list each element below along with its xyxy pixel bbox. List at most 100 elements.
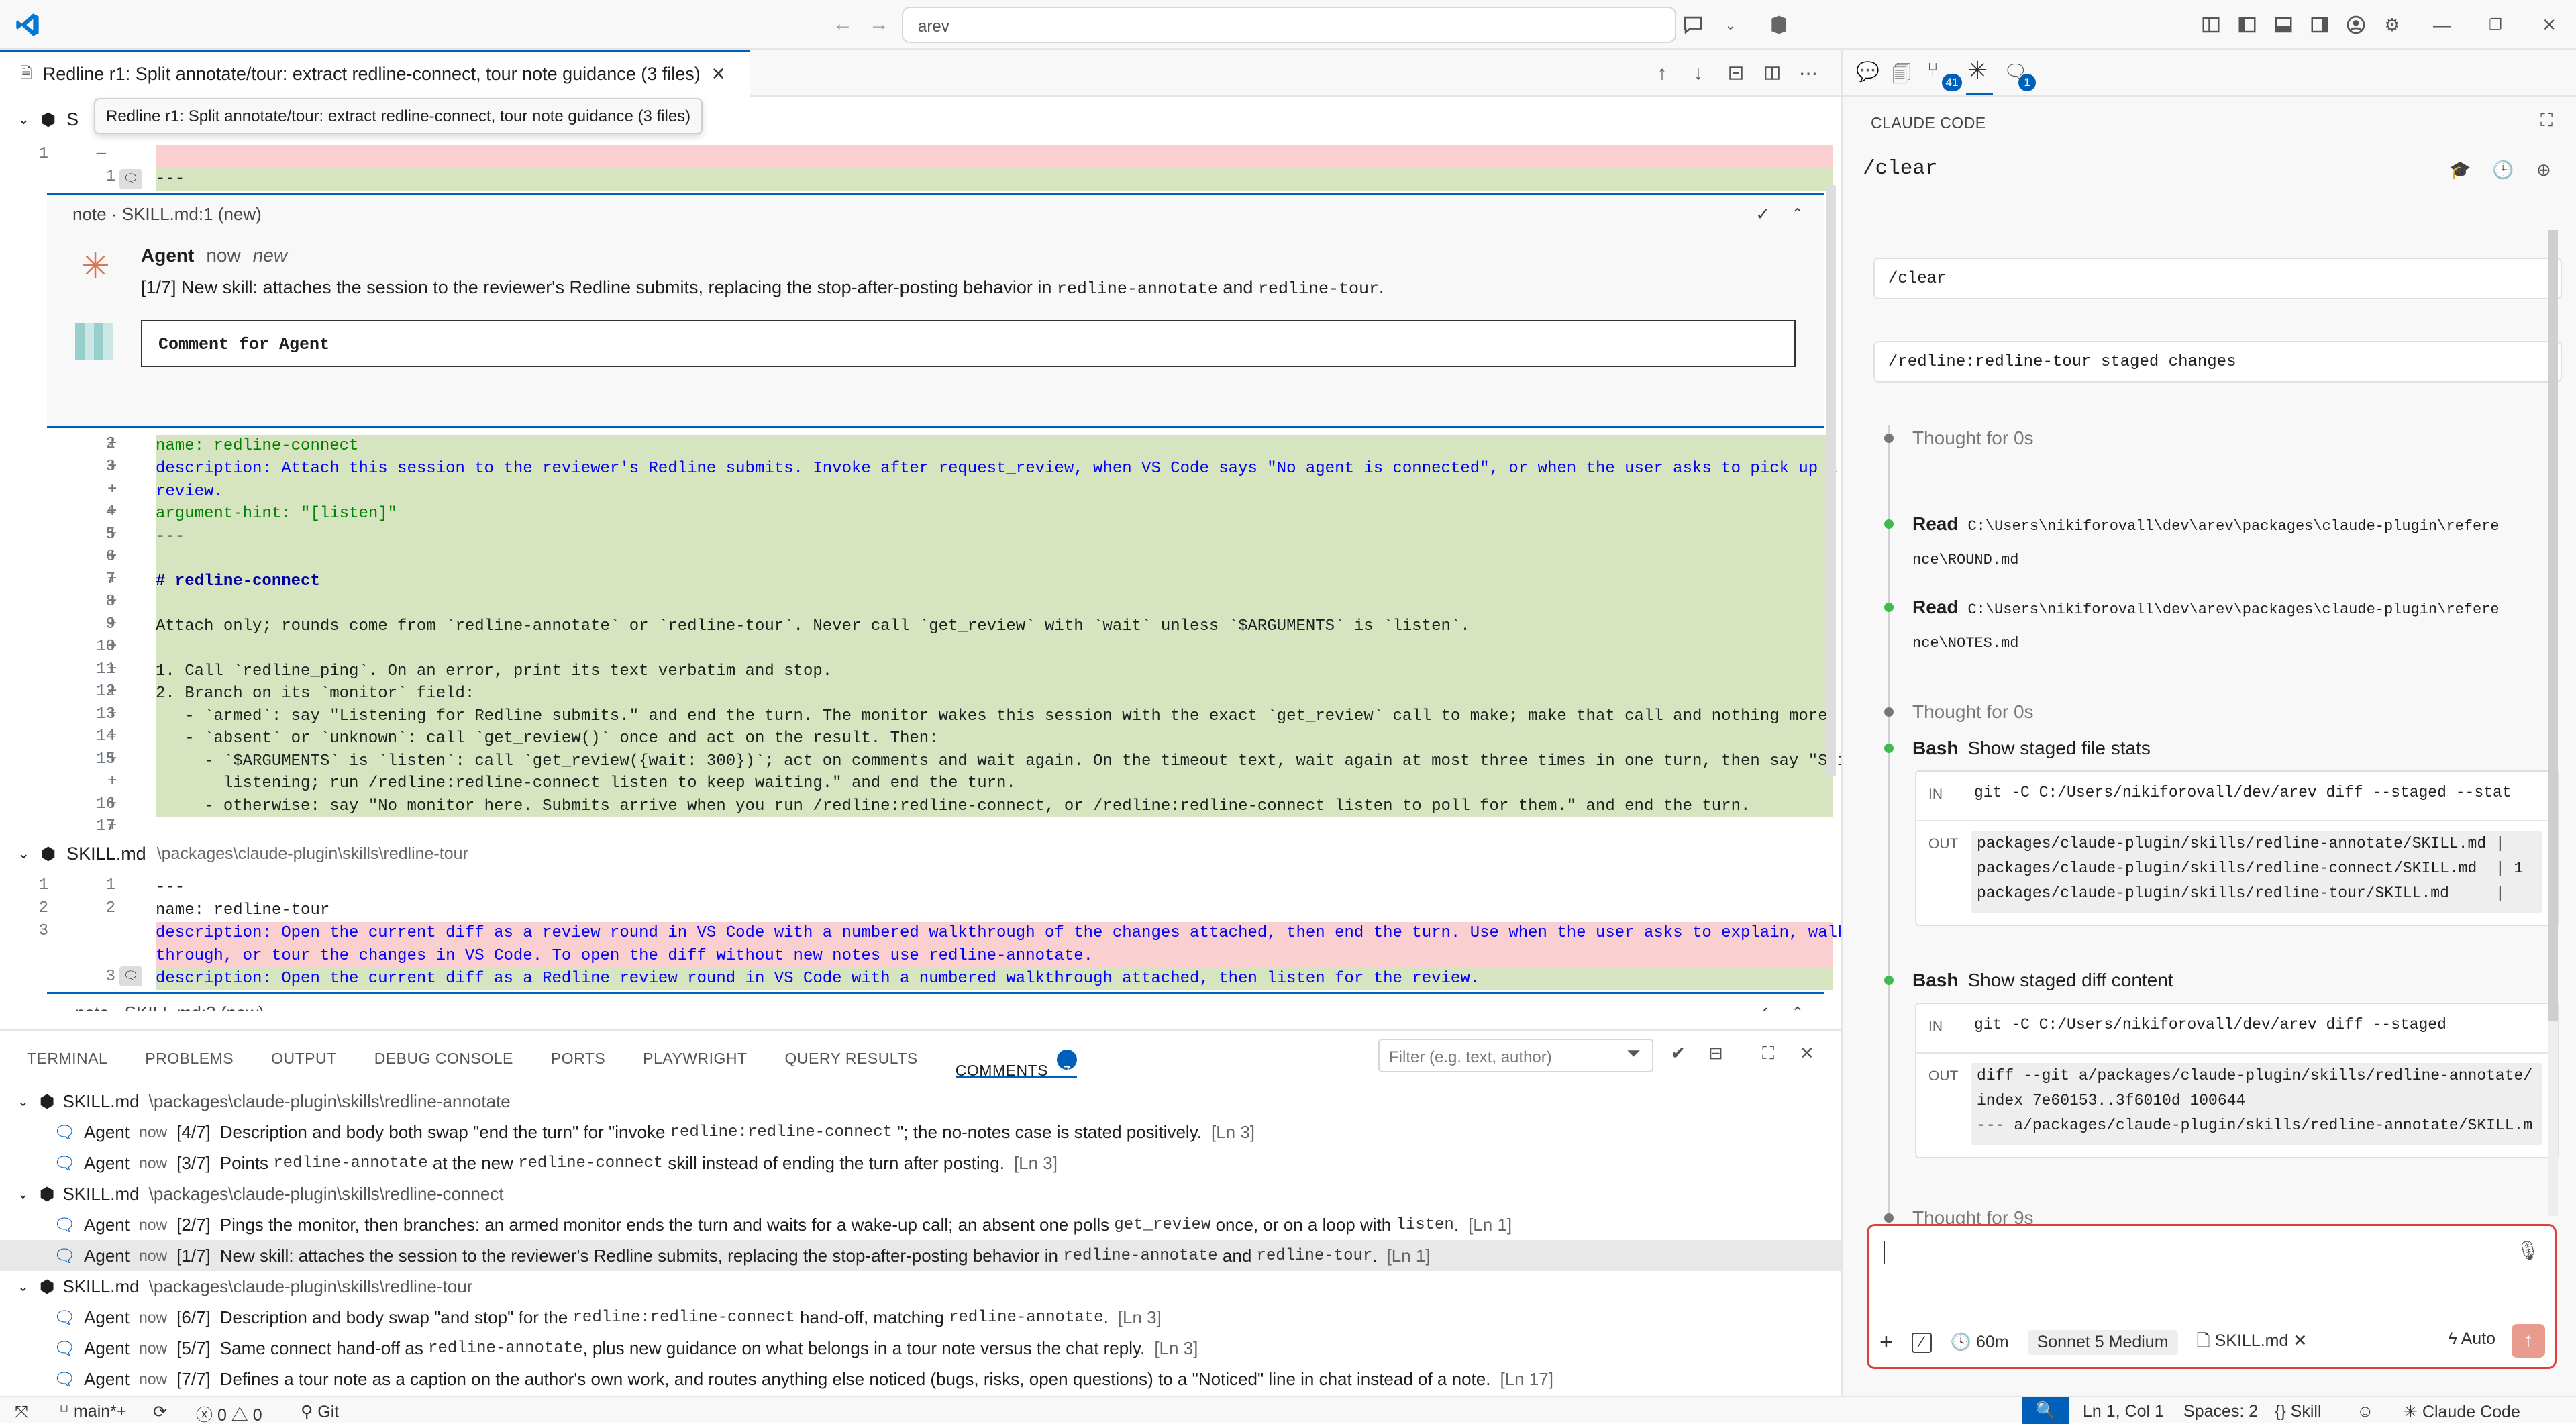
editor-tab[interactable]: 🗎 Redline r1: Split annotate/tour: extra… (0, 50, 750, 97)
scrollbar[interactable] (1826, 185, 1836, 776)
maximize-panel-icon[interactable]: ⛶ (1762, 1043, 1774, 1064)
check-all-icon[interactable]: ✔ (1671, 1043, 1686, 1064)
model-selector[interactable]: Sonnet 5 Medium (2027, 1330, 2178, 1355)
mortarboard-icon[interactable]: 🎓 (2449, 160, 2471, 181)
send-button[interactable]: ↑ (2512, 1324, 2545, 1358)
previous-change-icon[interactable]: ↑ (1648, 59, 1676, 87)
slash-command-icon[interactable]: ⁄ (1911, 1332, 1932, 1353)
tab-debug-console[interactable]: DEBUG CONSOLE (374, 1037, 513, 1078)
chevron-down-icon[interactable]: ⌄ (17, 1278, 29, 1295)
history-clock-icon[interactable]: 🕒 (2492, 160, 2514, 181)
close-panel-icon[interactable]: ✕ (1800, 1043, 1814, 1064)
file-header-tour[interactable]: ⌄ ⬢ SKILL.md \packages\claude-plugin\ski… (0, 835, 1841, 872)
tab-comments[interactable]: COMMENTS 7 (955, 1037, 1077, 1079)
copilot-icon[interactable] (1763, 9, 1794, 40)
comment-file-group[interactable]: ⌄ ⬢ SKILL.md \packages\claude-plugin\skills… (0, 1178, 1841, 1209)
toggle-secondary-sidebar-icon[interactable] (2304, 9, 2335, 40)
sync-icon[interactable]: ⟳ (153, 1402, 167, 1422)
comment-file-group[interactable]: ⌄ ⬢ SKILL.md \packages\claude-plugin\skills… (0, 1271, 1841, 1302)
tab-problems[interactable]: PROBLEMS (145, 1037, 234, 1078)
comment-item[interactable]: 🗨 Agent now [4/7] Description and body both … (0, 1117, 1841, 1148)
comments-filter-input[interactable]: Filter (e.g. text, author) (1378, 1039, 1653, 1072)
chevron-down-icon[interactable]: ⌄ (17, 1186, 29, 1203)
comment-file-group[interactable]: ⌄ ⬢ SKILL.md \packages\claude-plugin\skills… (0, 1086, 1841, 1117)
remove-file-icon[interactable]: ✕ (2293, 1331, 2307, 1351)
maximize-icon[interactable]: ⛶ (2540, 110, 2553, 132)
language-mode[interactable]: {} Skill (2275, 1402, 2322, 1421)
diff-editor[interactable]: ⌄ ⬢ S 1 — --- 1 🗨 note · SKILL.md:1 (new… (0, 98, 1841, 1011)
tab-query-results[interactable]: QUERY RESULTS (785, 1037, 918, 1078)
back-arrow-icon[interactable]: ← (829, 11, 856, 38)
git-item[interactable]: ⚲ Git (301, 1402, 339, 1422)
chevron-down-icon[interactable]: ⌄ (1715, 9, 1746, 40)
layout-customize-icon[interactable] (2196, 9, 2226, 40)
bash-step[interactable]: Bash Show staged diff content (1912, 965, 2557, 996)
comment-item[interactable]: 🗨 Agent now [1/7] New skill: attaches the se… (0, 1240, 1841, 1271)
read-step[interactable]: Read C:\Users\nikiforovall\dev\arev\packa… (1912, 509, 2557, 576)
collapse-icon[interactable] (1722, 59, 1750, 87)
source-control-icon[interactable]: ⑂ (1927, 59, 1939, 81)
context-file-chip[interactable]: 🗋 SKILL.md ✕ (2197, 1328, 2308, 1357)
chevron-down-icon[interactable]: ⌄ (17, 845, 30, 862)
comment-gutter-icon[interactable]: 🗨 (119, 169, 142, 189)
next-change-icon[interactable]: ↓ (1684, 59, 1712, 87)
collapse-all-icon[interactable]: ⊟ (1708, 1043, 1723, 1064)
cursor-position[interactable]: Ln 1, Col 1 (2083, 1402, 2164, 1421)
settings-gear-icon[interactable]: ⚙ (2377, 9, 2408, 40)
resolve-check-icon[interactable]: ✓ (1755, 1003, 1770, 1011)
vscode-logo-icon[interactable] (12, 9, 43, 40)
reply-input[interactable]: Comment for Agent (141, 320, 1796, 367)
bash-step[interactable]: Bash Show staged file stats (1912, 733, 2557, 764)
account-icon[interactable] (2340, 9, 2371, 40)
mode-selector[interactable]: ϟ Auto (2449, 1329, 2495, 1349)
filter-icon[interactable]: ⏷ (1627, 1043, 1641, 1064)
comment-text: Description and body swap "and stop" for… (219, 1307, 573, 1327)
comment-time: now (138, 1339, 168, 1357)
comment-item[interactable]: 🗨 Agent now [5/7] Same connect hand-off as r… (0, 1333, 1841, 1364)
chat-icon[interactable] (1678, 9, 1708, 40)
thought-step[interactable]: Thought for 0s (1912, 423, 2557, 454)
chevron-up-icon[interactable]: ⌃ (1792, 205, 1804, 223)
read-step[interactable]: Read C:\Users\nikiforovall\dev\arev\packa… (1912, 592, 2557, 659)
chat-sparkle-icon[interactable]: 💬 (1856, 60, 1879, 83)
split-editor-icon[interactable] (1758, 59, 1786, 87)
pane-scrollbar[interactable] (2548, 230, 2558, 1216)
tab-terminal[interactable]: TERMINAL (27, 1037, 107, 1078)
zoom-icon[interactable]: 🔍 (2022, 1397, 2069, 1424)
thought-step[interactable]: Thought for 0s (1912, 697, 2557, 727)
comment-item[interactable]: 🗨 Agent now [3/7] Points redline-annotate at… (0, 1148, 1841, 1178)
chevron-up-icon[interactable]: ⌃ (1792, 1004, 1804, 1011)
comment-item[interactable]: 🗨 Agent now [2/7] Pings the monitor, then br… (0, 1209, 1841, 1240)
files-icon[interactable]: 🗐 (1892, 60, 1911, 93)
resolve-check-icon[interactable]: ✓ (1755, 204, 1770, 225)
restore-icon[interactable]: ❐ (2480, 9, 2511, 40)
new-session-icon[interactable]: ⊕ (2536, 160, 2551, 181)
remote-icon[interactable]: ⤧ (15, 1403, 28, 1422)
chevron-down-icon[interactable]: ⌄ (17, 1093, 29, 1110)
comment-item[interactable]: 🗨 Agent now [7/7] Defines a tour note as a c… (0, 1364, 1841, 1394)
forward-arrow-icon[interactable]: → (866, 11, 892, 38)
add-context-icon[interactable]: + (1879, 1329, 1893, 1356)
branch-item[interactable]: ⑂ main*+ (59, 1402, 126, 1421)
tab-ports[interactable]: PORTS (551, 1037, 605, 1078)
claude-status[interactable]: ✳ Claude Code (2404, 1402, 2520, 1422)
tab-playwright[interactable]: PLAYWRIGHT (643, 1037, 747, 1078)
prompt-input-box[interactable]: 🎙 + ⁄ 🕓 60m Sonnet 5 Medium 🗋 SKILL.md ✕… (1867, 1224, 2557, 1369)
close-tab-icon[interactable]: ✕ (711, 64, 726, 85)
chevron-down-icon[interactable]: ⌄ (17, 111, 30, 128)
minimize-icon[interactable]: — (2426, 9, 2457, 40)
comment-item[interactable]: 🗨 Agent now [6/7] Description and body swap … (0, 1302, 1841, 1333)
effort-button[interactable]: 🕓 60m (1951, 1333, 2009, 1352)
indentation[interactable]: Spaces: 2 (2183, 1402, 2258, 1421)
close-window-icon[interactable]: ✕ (2534, 9, 2565, 40)
more-actions-icon[interactable]: ⋯ (1794, 59, 1822, 87)
problems-item[interactable]: ⓧ 0 △ 0 (196, 1402, 262, 1426)
command-center-search[interactable]: arev (902, 7, 1676, 43)
tab-output[interactable]: OUTPUT (271, 1037, 337, 1078)
toggle-primary-sidebar-icon[interactable] (2232, 9, 2263, 40)
claude-asterisk-icon[interactable]: ✳ (1967, 56, 1988, 85)
copilot-status-icon[interactable]: ☺ (2357, 1402, 2374, 1421)
comment-gutter-icon[interactable]: 🗨 (119, 966, 142, 986)
toggle-panel-icon[interactable] (2268, 9, 2299, 40)
microphone-icon[interactable]: 🎙 (2516, 1239, 2540, 1262)
